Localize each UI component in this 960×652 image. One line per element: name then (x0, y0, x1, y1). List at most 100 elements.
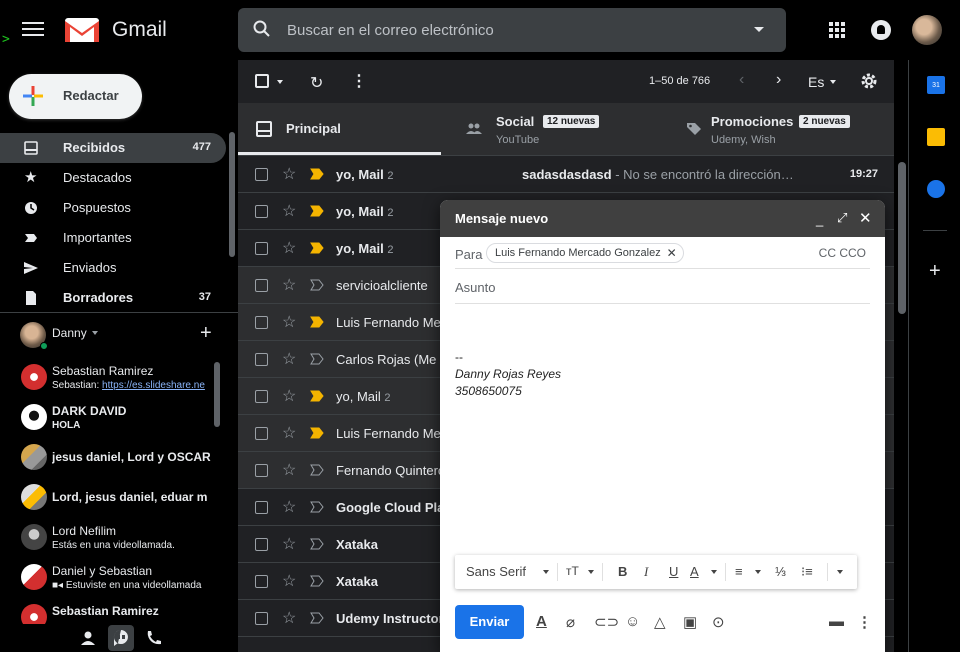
star-icon[interactable]: ☆ (282, 349, 296, 369)
nav-item-recibidos[interactable]: Recibidos 477 (0, 133, 226, 163)
apps-grid-icon[interactable] (829, 22, 845, 38)
row-checkbox[interactable] (255, 205, 268, 218)
next-page-icon[interactable]: › (776, 71, 781, 89)
important-marker-icon[interactable] (310, 242, 324, 254)
star-icon[interactable]: ☆ (282, 460, 296, 480)
chevron-down-icon[interactable] (92, 331, 98, 335)
star-icon[interactable]: ☆ (282, 201, 296, 221)
contact-item[interactable]: Lord, jesus daniel, eduar m (0, 478, 238, 518)
keep-icon[interactable] (927, 128, 945, 146)
input-language-button[interactable]: Es (808, 74, 824, 90)
star-icon[interactable]: ☆ (282, 238, 296, 258)
notifications-icon[interactable] (871, 20, 891, 40)
send-button[interactable]: Enviar (455, 605, 524, 639)
star-icon[interactable]: ☆ (282, 534, 296, 554)
row-checkbox[interactable] (255, 575, 268, 588)
row-checkbox[interactable] (255, 612, 268, 625)
settings-gear-icon[interactable] (860, 72, 878, 90)
recipient-chip[interactable]: Luis Fernando Mercado Gonzalez ✕ (486, 243, 684, 263)
more-formatting-icon[interactable] (837, 570, 843, 574)
refresh-icon[interactable]: ↻ (310, 73, 323, 93)
italic-icon[interactable]: I (644, 564, 648, 580)
email-row[interactable]: ☆ yo, Mail 2 sadasdasdasd - No se encontró… (238, 156, 894, 193)
tasks-icon[interactable] (927, 180, 945, 198)
row-checkbox[interactable] (255, 279, 268, 292)
star-icon[interactable]: ☆ (282, 497, 296, 517)
mail-scrollbar[interactable] (898, 162, 906, 314)
sidebar-scrollbar[interactable] (229, 132, 235, 257)
search-input[interactable]: Buscar en el correo electrónico (287, 22, 494, 39)
text-color-icon[interactable]: A (690, 564, 699, 579)
drive-icon[interactable]: △ (654, 613, 666, 631)
subject-field[interactable]: Asunto (455, 270, 870, 304)
select-dropdown-icon[interactable] (277, 80, 283, 84)
underline-icon[interactable]: U (669, 564, 678, 579)
search-icon[interactable] (252, 19, 272, 39)
important-marker-icon[interactable] (310, 205, 324, 217)
main-menu-icon[interactable] (22, 18, 44, 40)
compose-header[interactable]: Mensaje nuevo _ ⤢ ✕ (440, 200, 885, 237)
insert-link-icon[interactable]: ⊂⊃ (594, 613, 619, 631)
contact-item[interactable]: Sebastian Ramirez Sebastian: https://es.… (0, 358, 238, 398)
important-marker-icon[interactable] (310, 316, 324, 328)
contact-item[interactable]: jesus daniel, Lord y OSCAR (0, 438, 238, 478)
emoji-icon[interactable]: ☺ (625, 613, 640, 630)
font-size-icon[interactable]: ᴛT (566, 564, 579, 578)
star-icon[interactable]: ☆ (282, 386, 296, 406)
bold-icon[interactable]: B (618, 564, 627, 579)
row-checkbox[interactable] (255, 464, 268, 477)
important-marker-icon[interactable] (310, 168, 324, 180)
tab-social[interactable]: Social 12 nuevas YouTube (448, 103, 658, 155)
row-checkbox[interactable] (255, 242, 268, 255)
phone-icon[interactable] (144, 628, 164, 648)
font-family-select[interactable]: Sans Serif (466, 564, 526, 579)
search-options-icon[interactable] (754, 27, 764, 32)
remove-recipient-icon[interactable]: ✕ (667, 244, 677, 262)
cc-bcc-link[interactable]: CC CCO (819, 246, 866, 260)
row-checkbox[interactable] (255, 538, 268, 551)
more-vert-icon[interactable]: ⋮ (351, 71, 367, 91)
star-icon[interactable]: ☆ (282, 275, 296, 295)
prev-page-icon[interactable]: ‹ (739, 71, 744, 89)
important-marker-icon[interactable] (310, 279, 324, 291)
discard-draft-icon[interactable]: ▬ (829, 613, 844, 630)
recipients-field[interactable]: Para Luis Fernando Mercado Gonzalez ✕ CC … (455, 237, 870, 269)
more-options-icon[interactable]: ⋮ (857, 613, 872, 631)
important-marker-icon[interactable] (310, 575, 324, 587)
nav-item-importantes[interactable]: Importantes (0, 223, 226, 253)
compose-button[interactable]: Redactar (9, 74, 142, 119)
color-dropdown-icon[interactable] (711, 570, 717, 574)
search-bar[interactable]: Buscar en el correo electrónico (238, 8, 786, 52)
font-dropdown-icon[interactable] (543, 570, 549, 574)
tab-principal[interactable]: Principal (238, 103, 441, 155)
person-icon[interactable] (78, 628, 98, 648)
row-checkbox[interactable] (255, 390, 268, 403)
important-marker-icon[interactable] (310, 501, 324, 513)
important-marker-icon[interactable] (310, 464, 324, 476)
nav-item-pospuestos[interactable]: Pospuestos (0, 193, 226, 223)
star-icon[interactable]: ☆ (282, 312, 296, 332)
tab-promociones[interactable]: Promociones 2 nuevas Udemy, Wish (668, 103, 894, 155)
hangouts-icon[interactable] (108, 625, 134, 651)
important-marker-icon[interactable] (310, 612, 324, 624)
numbered-list-icon[interactable]: ⅓ (775, 564, 786, 579)
star-icon[interactable]: ☆ (282, 164, 296, 184)
important-marker-icon[interactable] (310, 538, 324, 550)
align-dropdown-icon[interactable] (755, 570, 761, 574)
language-dropdown-icon[interactable] (830, 80, 836, 84)
bulleted-list-icon[interactable]: ⁝≡ (801, 564, 813, 580)
nav-item-borradores[interactable]: Borradores 37 (0, 283, 226, 313)
row-checkbox[interactable] (255, 168, 268, 181)
row-checkbox[interactable] (255, 427, 268, 440)
add-addon-plus-icon[interactable]: + (929, 260, 941, 283)
important-marker-icon[interactable] (310, 390, 324, 402)
star-icon[interactable]: ☆ (282, 608, 296, 628)
align-icon[interactable]: ≡ (735, 564, 743, 579)
contact-item[interactable]: Daniel y Sebastian ■◂ Estuviste en una v… (0, 558, 238, 598)
star-icon[interactable]: ☆ (282, 423, 296, 443)
confidential-mode-icon[interactable]: ⊙ (712, 613, 725, 631)
important-marker-icon[interactable] (310, 353, 324, 365)
nav-item-enviados[interactable]: Enviados (0, 253, 226, 283)
row-checkbox[interactable] (255, 316, 268, 329)
formatting-options-icon[interactable]: A (536, 613, 547, 630)
